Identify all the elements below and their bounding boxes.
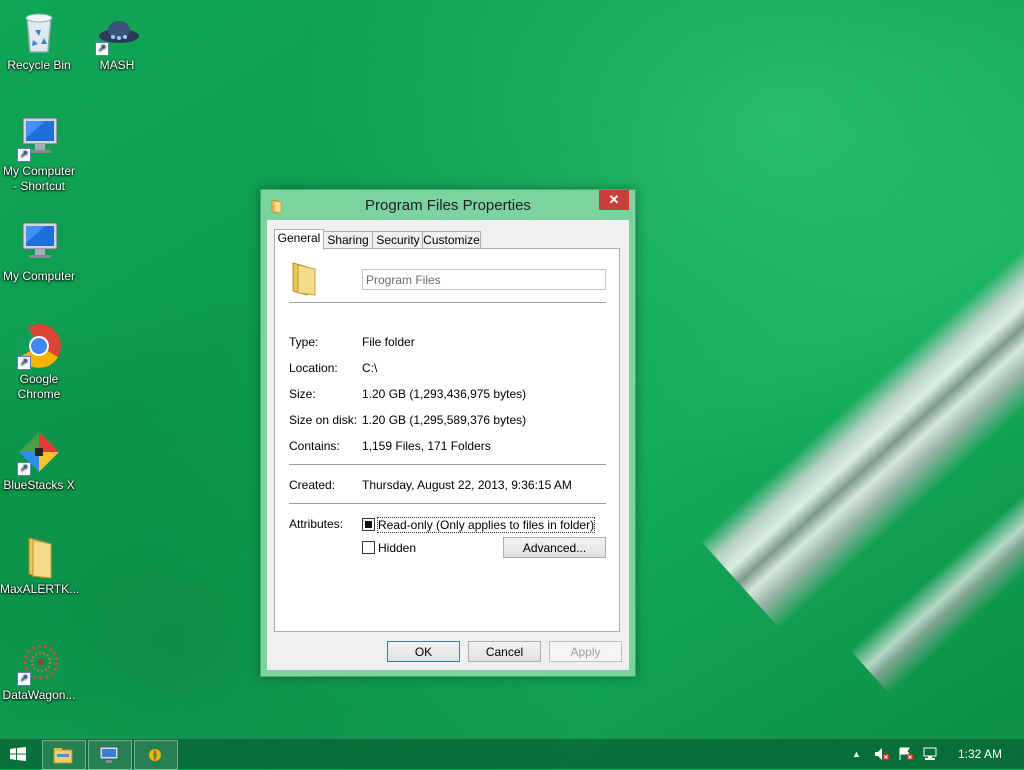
readonly-checkbox[interactable] xyxy=(362,518,375,531)
properties-dialog: Program Files Properties ✕ General Shari… xyxy=(260,189,636,677)
desktop-icon-label: MASH xyxy=(99,58,135,72)
computer-icon xyxy=(15,219,63,267)
network-icon[interactable] xyxy=(922,747,938,764)
taskbar-remote-desktop-button[interactable] xyxy=(88,740,132,770)
shortcut-arrow-icon: ↗ xyxy=(17,356,31,370)
general-tab-panel: Program Files Type: File folder Location… xyxy=(274,248,620,632)
desktop-icon-bluestacks[interactable]: ↗ BlueStacks X xyxy=(0,428,78,493)
desktop-icon-datawagon[interactable]: ↗ DataWagon... xyxy=(0,638,78,703)
shortcut-arrow-icon: ↗ xyxy=(17,148,31,162)
cancel-button[interactable]: Cancel xyxy=(468,641,541,662)
type-value: File folder xyxy=(362,335,415,349)
size-on-disk-value: 1.20 GB (1,295,589,376 bytes) xyxy=(362,413,527,427)
size-label: Size: xyxy=(289,387,316,401)
close-button[interactable]: ✕ xyxy=(599,190,629,210)
volume-muted-icon[interactable] xyxy=(874,747,890,764)
app-icon xyxy=(149,749,161,761)
datawagon-icon: ↗ xyxy=(15,638,63,686)
taskbar: ▲ 1:32 AM xyxy=(0,738,1024,770)
separator xyxy=(289,464,606,465)
folder-icon xyxy=(15,532,63,580)
action-center-alert-icon[interactable] xyxy=(898,747,914,764)
desktop-icon-my-computer[interactable]: My Computer xyxy=(0,219,78,284)
separator xyxy=(289,302,606,303)
file-explorer-icon xyxy=(53,748,73,764)
size-value: 1.20 GB (1,293,436,975 bytes) xyxy=(362,387,527,401)
desktop-icon-label: MaxALERTK... xyxy=(0,582,80,596)
tab-security[interactable]: Security xyxy=(372,231,424,249)
dialog-body: General Sharing Security Customize Progr… xyxy=(267,220,629,670)
desktop-icon-label: Recycle Bin xyxy=(7,58,71,72)
created-value: Thursday, August 22, 2013, 9:36:15 AM xyxy=(362,478,572,492)
taskbar-app-button[interactable] xyxy=(134,740,178,770)
folder-icon xyxy=(289,261,321,300)
clock[interactable]: 1:32 AM xyxy=(958,747,1002,761)
size-on-disk-label: Size on disk: xyxy=(289,413,358,427)
start-button[interactable] xyxy=(10,747,26,764)
tab-sharing[interactable]: Sharing xyxy=(322,231,374,249)
separator xyxy=(289,503,606,504)
windows-logo-icon xyxy=(10,747,26,761)
recycle-bin-icon xyxy=(15,8,63,56)
contains-value: 1,159 Files, 171 Folders xyxy=(362,439,491,453)
location-label: Location: xyxy=(289,361,338,375)
hidden-label[interactable]: Hidden xyxy=(378,541,416,555)
bluestacks-icon: ↗ xyxy=(15,428,63,476)
remote-desktop-icon xyxy=(99,746,119,763)
type-label: Type: xyxy=(289,335,319,349)
computer-shortcut-icon: ↗ xyxy=(15,114,63,162)
contains-label: Contains: xyxy=(289,439,340,453)
shortcut-arrow-icon: ↗ xyxy=(17,672,31,686)
desktop-icon-google-chrome[interactable]: ↗ Google Chrome xyxy=(0,322,78,402)
taskbar-file-explorer-button[interactable] xyxy=(42,740,86,770)
apply-button[interactable]: Apply xyxy=(549,641,622,662)
readonly-label[interactable]: Read-only (Only applies to files in fold… xyxy=(376,517,596,533)
desktop-icon-my-computer-shortcut[interactable]: ↗ My Computer - Shortcut xyxy=(0,114,78,194)
ok-button[interactable]: OK xyxy=(387,641,460,662)
tab-general[interactable]: General xyxy=(274,229,324,250)
chrome-icon: ↗ xyxy=(15,322,63,370)
shortcut-arrow-icon: ↗ xyxy=(95,42,109,56)
dialog-titlebar[interactable]: Program Files Properties ✕ xyxy=(261,190,635,220)
folder-name-field[interactable]: Program Files xyxy=(362,269,606,290)
desktop-icon-recycle-bin[interactable]: Recycle Bin xyxy=(0,8,78,73)
desktop-icon-label: Google Chrome xyxy=(17,372,61,401)
created-label: Created: xyxy=(289,478,336,492)
location-value: C:\ xyxy=(362,361,378,375)
desktop-icon-label: DataWagon... xyxy=(2,688,76,702)
desktop-icon-label: My Computer xyxy=(2,269,76,283)
desktop-icon-maxalert-folder[interactable]: MaxALERTK... xyxy=(0,532,80,597)
dialog-title: Program Files Properties xyxy=(365,197,531,214)
desktop-icon-mash[interactable]: ↗ MASH xyxy=(78,8,156,73)
shortcut-arrow-icon: ↗ xyxy=(17,462,31,476)
close-icon: ✕ xyxy=(608,192,620,207)
attributes-label: Attributes: xyxy=(289,517,344,531)
tab-customize[interactable]: Customize xyxy=(422,231,481,249)
advanced-button[interactable]: Advanced... xyxy=(503,537,606,558)
desktop-icon-label: BlueStacks X xyxy=(3,478,75,492)
mash-icon: ↗ xyxy=(93,8,141,56)
desktop-icon-label: My Computer - Shortcut xyxy=(2,164,76,193)
hidden-checkbox[interactable] xyxy=(362,541,375,554)
show-hidden-icons-chevron[interactable]: ▲ xyxy=(852,749,861,759)
